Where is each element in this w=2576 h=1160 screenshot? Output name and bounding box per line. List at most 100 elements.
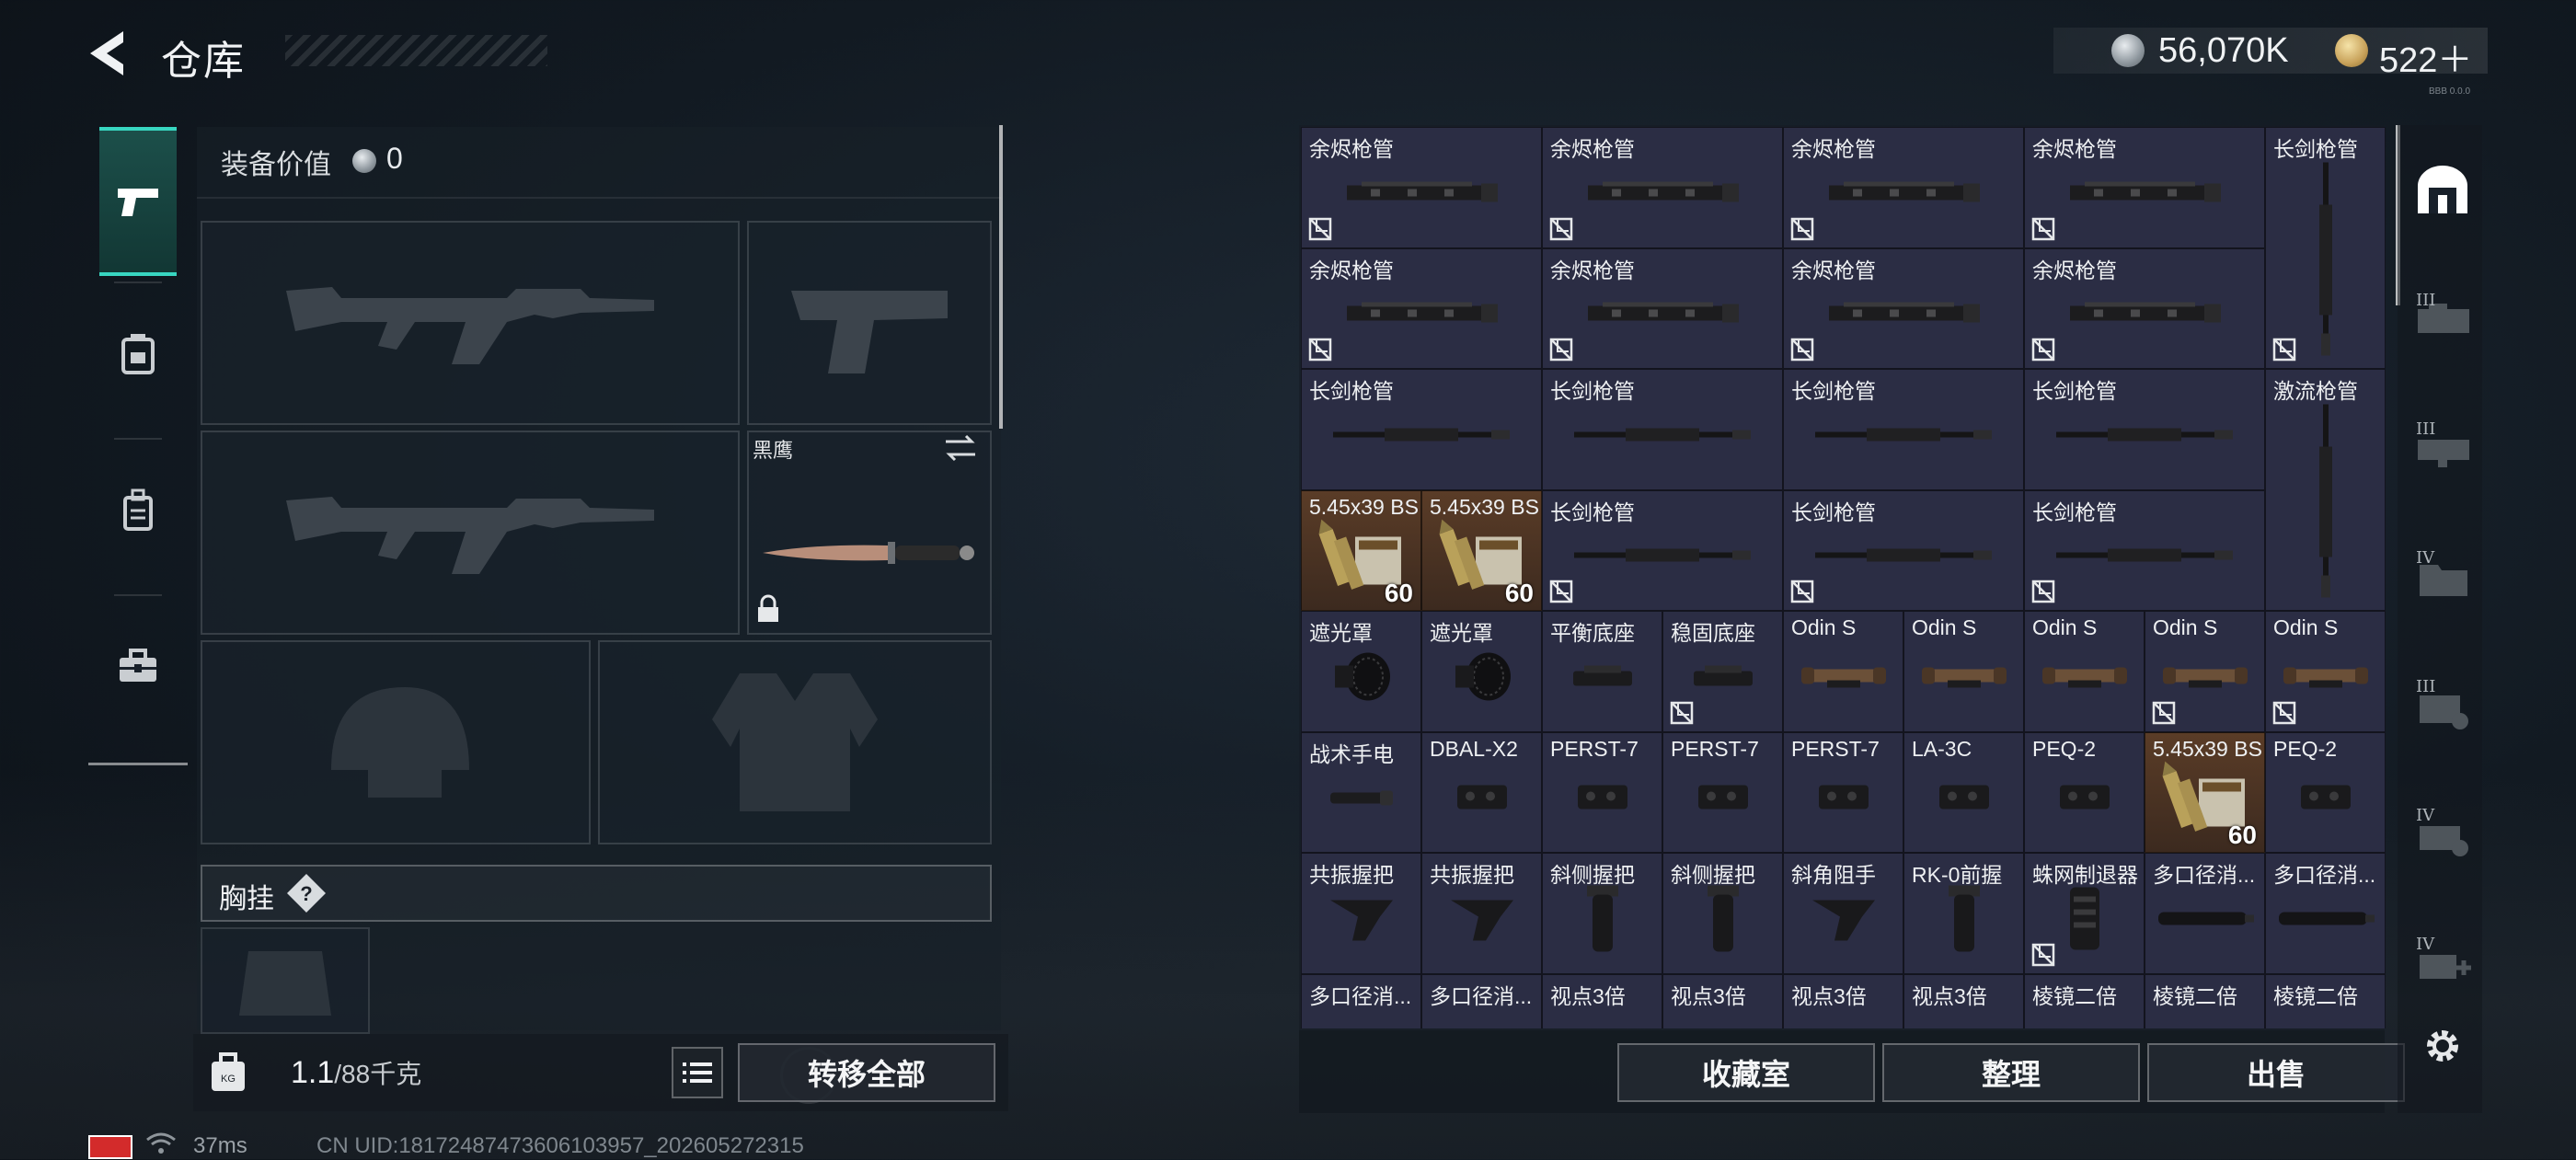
tab-storage-3a[interactable]: III	[2410, 291, 2475, 346]
storage-item[interactable]: 余烬枪管	[1542, 127, 1783, 248]
nav-armor[interactable]	[88, 283, 188, 425]
storage-item[interactable]: 战术手电	[1301, 731, 1421, 853]
storage-item[interactable]: LA-3C	[1903, 731, 2024, 853]
tab-storage-3b[interactable]: III	[2410, 419, 2475, 475]
gold-amount[interactable]: 522＋	[2379, 31, 2472, 82]
storage-item[interactable]: 遮光罩	[1421, 611, 1542, 732]
storage-item[interactable]: 5.45x39 BS 60	[2145, 731, 2265, 853]
sell-button[interactable]: 出售	[2147, 1043, 2405, 1102]
storage-item-name: 余烬枪管	[1550, 137, 1635, 161]
storage-item[interactable]: Odin S	[2145, 611, 2265, 732]
grip-icon	[1325, 890, 1398, 950]
storage-grid: 余烬枪管 余烬枪管 余烬枪管 余烬枪管 长剑枪管 余烬枪管 余烬枪管 余烬枪管 余烬枪管 长剑枪管…	[1301, 127, 2388, 1028]
tab-storage-4b[interactable]: IV	[2410, 806, 2475, 861]
storage-item[interactable]: Odin S	[1783, 611, 1903, 732]
storage-item[interactable]: 激流枪管	[2265, 369, 2386, 611]
chest-rig-slot[interactable]	[201, 927, 370, 1034]
storage-item[interactable]: 余烬枪管	[1542, 247, 1783, 369]
storage-item[interactable]: 共振握把	[1421, 853, 1542, 974]
storage-item[interactable]: 视点3倍	[1903, 973, 2024, 1028]
storage-item[interactable]: 斜角阻手	[1783, 853, 1903, 974]
storage-item[interactable]: 平衡底座	[1542, 611, 1662, 732]
tab-storage-3c[interactable]: III	[2410, 677, 2475, 732]
secondary-rifle-slot[interactable]	[201, 431, 740, 635]
storage-item[interactable]: 5.45x39 BS 60	[1301, 489, 1421, 611]
storage-item[interactable]: Odin S	[2024, 611, 2145, 732]
storage-item[interactable]: 斜侧握把	[1662, 853, 1783, 974]
help-icon[interactable]: ?	[285, 872, 328, 914]
nav-bags[interactable]	[88, 440, 188, 581]
tab-main-storage[interactable]	[2410, 162, 2475, 217]
storage-item[interactable]: 长剑枪管	[1301, 369, 1542, 490]
storage-item[interactable]: 共振握把	[1301, 853, 1421, 974]
not-for-sale-icon	[1789, 216, 1815, 242]
storage-item-name: 5.45x39 BS	[1309, 494, 1419, 519]
storage-item[interactable]: 棱镜二倍	[2265, 973, 2386, 1028]
storage-item[interactable]: 长剑枪管	[1542, 489, 1783, 611]
storage-item[interactable]: 多口径消...	[1421, 973, 1542, 1028]
storage-item[interactable]: 5.45x39 BS 60	[1421, 489, 1542, 611]
settings-gear-icon[interactable]	[2421, 1025, 2464, 1067]
storage-item[interactable]: 多口径消...	[2145, 853, 2265, 974]
tab-storage-4c[interactable]: IV	[2410, 935, 2475, 990]
barrel-icon	[1570, 542, 1754, 574]
storage-item[interactable]: 长剑枪管	[2024, 489, 2265, 611]
storage-item[interactable]: 多口径消...	[1301, 973, 1421, 1028]
storage-item[interactable]: 视点3倍	[1783, 973, 1903, 1028]
collection-button[interactable]: 收藏室	[1617, 1043, 1875, 1102]
list-view-button[interactable]	[672, 1047, 723, 1098]
storage-item[interactable]: 斜侧握把	[1542, 853, 1662, 974]
storage-item[interactable]: PEQ-2	[2024, 731, 2145, 853]
swap-icon[interactable]	[942, 432, 979, 464]
barrel-icon	[2053, 420, 2237, 453]
storage-item[interactable]: 长剑枪管	[1783, 489, 2024, 611]
storage-item[interactable]: PERST-7	[1542, 731, 1662, 853]
storage-item[interactable]: 长剑枪管	[1783, 369, 2024, 490]
tab-storage-4a[interactable]: IV	[2410, 548, 2475, 603]
primary-weapon-slot[interactable]	[201, 221, 740, 425]
transfer-all-button[interactable]: 转移全部	[738, 1043, 995, 1102]
storage-item[interactable]: RK-0前握	[1903, 853, 2024, 974]
storage-item[interactable]: Odin S	[1903, 611, 2024, 732]
helmet-slot[interactable]	[201, 640, 591, 844]
storage-item-name: 稳固底座	[1671, 621, 1755, 645]
storage-item[interactable]: PERST-7	[1783, 731, 1903, 853]
storage-item-name: 棱镜二倍	[2273, 983, 2358, 1008]
storage-item[interactable]: 多口径消...	[2265, 853, 2386, 974]
armor-slot[interactable]	[598, 640, 992, 844]
storage-item[interactable]: 余烬枪管	[2024, 247, 2265, 369]
storage-item[interactable]: 余烬枪管	[1301, 127, 1542, 248]
storage-item[interactable]: DBAL-X2	[1421, 731, 1542, 853]
storage-item[interactable]: 棱镜二倍	[2024, 973, 2145, 1028]
not-for-sale-icon	[2151, 700, 2177, 726]
storage-item[interactable]: 长剑枪管	[2265, 127, 2386, 369]
storage-item-name: 多口径消...	[2273, 863, 2376, 887]
storage-item-name: 平衡底座	[1550, 621, 1635, 645]
storage-item[interactable]: PERST-7	[1662, 731, 1783, 853]
storage-item[interactable]: 长剑枪管	[1542, 369, 1783, 490]
storage-item[interactable]: PEQ-2	[2265, 731, 2386, 853]
storage-item[interactable]: 长剑枪管	[2024, 369, 2265, 490]
silver-coin-icon	[352, 149, 376, 173]
storage-item[interactable]: 蛛网制退器	[2024, 853, 2145, 974]
storage-item[interactable]: 余烬枪管	[1783, 247, 2024, 369]
handguard-icon	[1825, 176, 1982, 213]
storage-item[interactable]: Odin S	[2265, 611, 2386, 732]
equipment-scrollbar[interactable]	[999, 125, 1003, 429]
secondary-weapon-slot[interactable]	[747, 221, 992, 425]
nav-weapons[interactable]	[99, 127, 177, 276]
storage-item[interactable]: 余烬枪管	[2024, 127, 2265, 248]
back-button[interactable]	[83, 26, 138, 81]
storage-item-name: Odin S	[1791, 615, 1857, 639]
storage-item[interactable]: 棱镜二倍	[2145, 973, 2265, 1028]
sort-button[interactable]: 整理	[1882, 1043, 2140, 1102]
knife-icon	[763, 541, 974, 564]
storage-item[interactable]: 余烬枪管	[1783, 127, 2024, 248]
storage-item[interactable]: 余烬枪管	[1301, 247, 1542, 369]
storage-item[interactable]: 视点3倍	[1662, 973, 1783, 1028]
storage-item-name: 长剑枪管	[1550, 379, 1635, 403]
nav-toolbox[interactable]	[88, 596, 188, 738]
storage-item[interactable]: 遮光罩	[1301, 611, 1421, 732]
storage-item[interactable]: 视点3倍	[1542, 973, 1662, 1028]
storage-item[interactable]: 稳固底座	[1662, 611, 1783, 732]
